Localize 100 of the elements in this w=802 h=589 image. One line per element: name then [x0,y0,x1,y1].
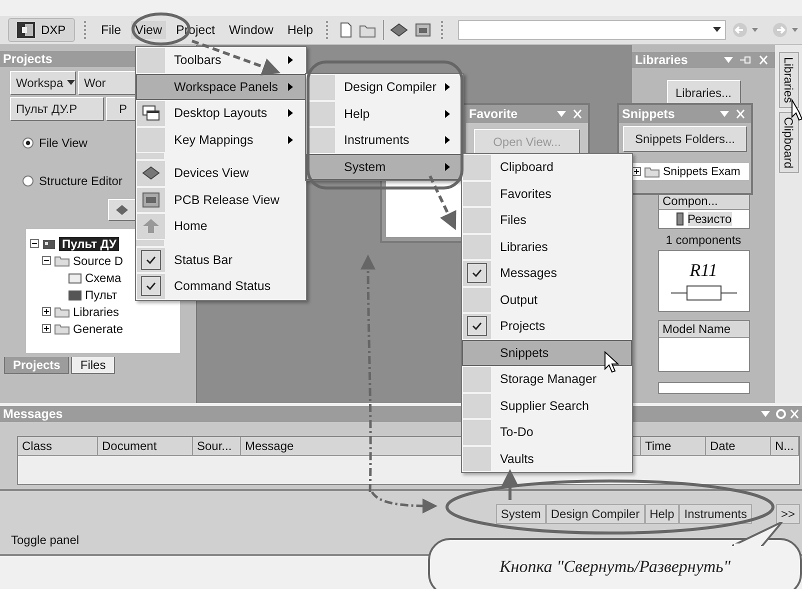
menu-item[interactable]: Devices View [136,160,306,186]
submenu-arrow-icon [445,110,450,118]
check-icon [141,250,161,270]
submenu-arrow-icon [445,136,450,144]
submenu-arrow-icon [288,136,293,144]
side-tab[interactable]: Libraries [778,52,798,108]
chip-icon [142,166,160,180]
menu-item[interactable]: Key Mappings [136,126,306,153]
column-header[interactable]: Sour... [193,437,241,455]
workspace-dropdown[interactable]: Workspa [10,71,76,95]
board-icon [142,192,160,208]
menu-item[interactable]: Snippets [462,340,632,366]
folder-icon [54,306,70,318]
expand-toggle-icon[interactable] [42,256,51,265]
board-icon [68,288,82,300]
menu-item[interactable]: Clipboard [462,154,632,180]
check-icon [141,276,161,296]
chip-icon [115,204,129,216]
folder-icon [54,254,70,266]
menu-item[interactable]: Command Status [136,273,306,300]
up-arrow [501,469,519,500]
board-icon[interactable] [414,22,432,38]
menu-item[interactable]: Files [462,207,632,234]
panel-title: Favorite [469,107,518,121]
expand-toggle-icon[interactable] [30,239,39,248]
panel-tab[interactable]: Files [71,357,115,374]
menu-item[interactable]: Home [136,213,306,240]
status-text: Toggle panel [11,533,80,547]
column-header[interactable]: N... [771,437,799,455]
resistor-symbol-icon [668,282,738,302]
menu-item[interactable]: Window [224,21,278,39]
check-icon [467,316,487,336]
panel-button[interactable]: Instruments [679,504,752,524]
menu-item[interactable]: Projects [462,313,632,340]
component-name[interactable]: Резисто [688,212,732,226]
menu-item[interactable]: PCB Release View [136,186,306,213]
designator-label: R11 [690,260,718,280]
dxp-button[interactable]: DXP [8,18,75,42]
expand-toggle-icon[interactable] [632,167,641,176]
column-header: Model Name [658,321,748,338]
panel-title: Libraries [635,52,688,68]
component-count: 1 components [666,233,742,247]
project-icon [42,238,56,250]
windows-icon [142,105,160,122]
submenu-arrow-icon [288,82,293,91]
project-button[interactable]: Пульт ДУ.P [10,97,104,121]
column-header[interactable]: Document [98,437,193,455]
panel-title: Messages [3,406,63,422]
submenu-arrow-icon [288,109,293,118]
menu-item[interactable]: Instruments [306,127,463,154]
menu-item[interactable]: System [306,154,463,180]
tree-item[interactable]: Source D [73,254,124,268]
new-document-icon[interactable] [339,22,354,38]
tree-item[interactable]: Пульт ДУ [59,236,120,250]
up-arrow-icon [142,218,160,234]
chip-icon[interactable] [390,22,408,38]
submenu-arrow-icon [288,56,293,64]
panel-button[interactable]: System [496,504,546,524]
column-header[interactable]: Class [18,437,98,455]
panel-button[interactable]: Design Compiler [546,504,645,524]
menu-item[interactable]: Messages [462,260,632,286]
menu-item[interactable]: File [96,21,126,39]
tree-item[interactable]: Схема [85,270,122,284]
expand-toggle-icon[interactable] [42,324,51,333]
check-icon [467,263,487,284]
submenu-arrow-icon [445,83,450,92]
expand-button[interactable]: >> [776,504,800,524]
view-button[interactable] [108,199,136,221]
menu-item[interactable]: Status Bar [136,246,306,273]
panel-controls-icon[interactable] [759,408,799,420]
panel-button[interactable]: Help [644,504,680,524]
dashed-arrow [428,175,456,230]
menu-item[interactable]: Help [306,100,463,127]
component-icon [674,212,684,226]
menu-item[interactable]: Storage Manager [462,366,632,392]
pointer-cursor-icon [604,350,620,373]
menu-item[interactable]: Help [283,21,318,39]
panel-title: Snippets [622,107,675,121]
column-header[interactable]: Date [706,437,771,455]
tree-item[interactable]: Generate [73,322,124,336]
workspace-button[interactable]: Wor [78,71,138,95]
dxp-logo-icon [17,22,35,38]
folder-icon [54,322,70,334]
submenu-arrow-icon [445,162,450,171]
menu-item[interactable]: Supplier Search [462,392,632,419]
expand-toggle-icon[interactable] [42,307,51,316]
menu-item[interactable]: Favorites [462,180,632,207]
menu-item[interactable]: Design Compiler [306,74,463,100]
side-tab[interactable]: Clipboard [778,112,798,174]
tree-item[interactable]: Пульт [85,288,118,302]
menu-item[interactable]: Libraries [462,234,632,260]
menu-item[interactable]: Workspace Panels [136,74,306,100]
callout-text: Кнопка "Свернуть/Развернуть" [499,557,731,577]
pointer-cursor-icon [792,98,802,121]
column-header[interactable]: Time [641,437,706,455]
folder-icon [644,166,660,178]
menu-item[interactable]: Output [462,286,632,313]
schematic-icon [68,272,82,284]
snippets-folders-button[interactable]: Snippets Folders... [623,126,747,152]
tree-item[interactable]: Libraries [73,304,120,318]
